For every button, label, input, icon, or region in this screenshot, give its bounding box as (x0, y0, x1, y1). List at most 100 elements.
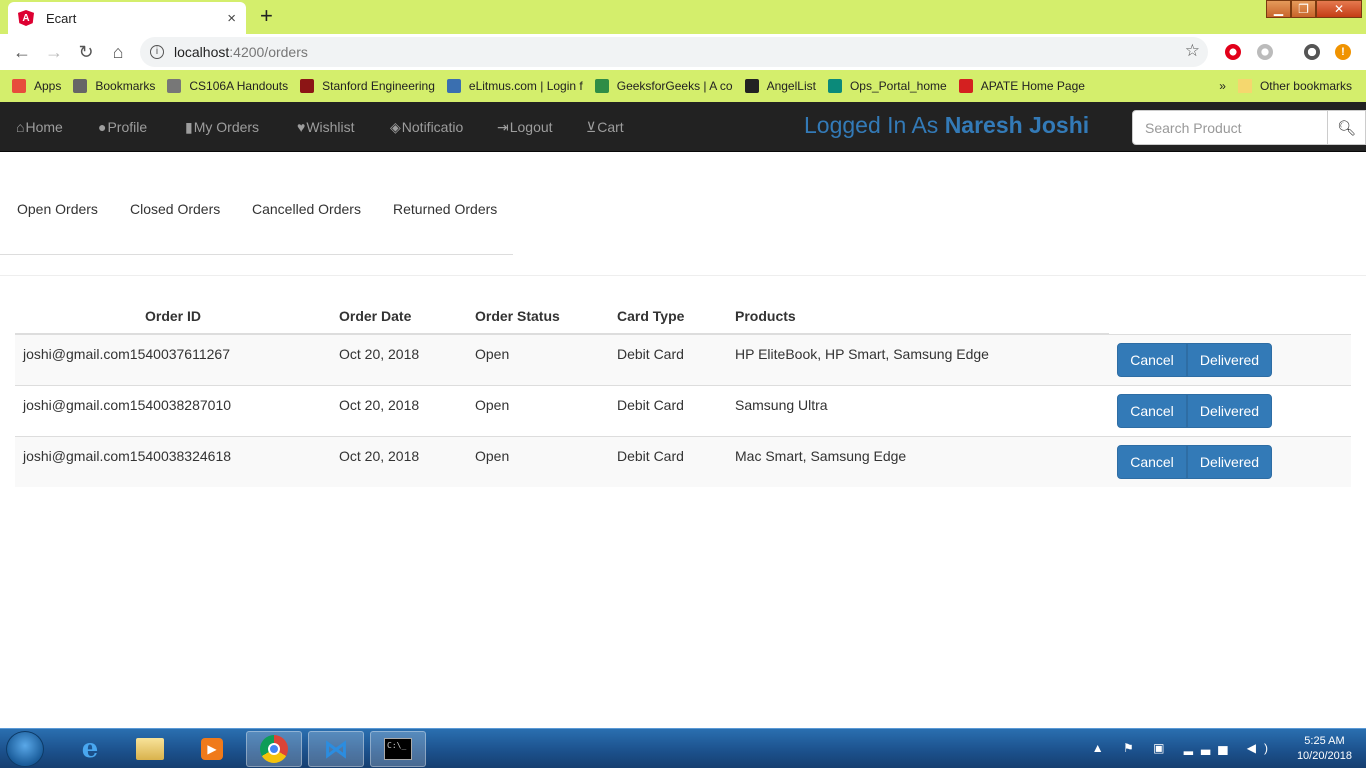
browser-tab[interactable]: A Ecart × (8, 2, 246, 34)
bookmarks-bar: Apps Bookmarks CS106A Handouts Stanford Eng… (0, 70, 1366, 102)
bookmark-item[interactable]: Apps (12, 79, 61, 93)
search-input[interactable]: Search Product (1132, 110, 1328, 145)
nav-logout-label: Logout (509, 119, 553, 135)
media-player-icon[interactable]: ▶ (184, 731, 240, 767)
bookmark-item[interactable]: AngelList (744, 79, 816, 93)
soccer-extension-icon[interactable] (1304, 44, 1320, 60)
tab-open-orders[interactable]: Open Orders (17, 201, 98, 217)
nav-profile[interactable]: ●Profile (98, 119, 147, 135)
bookmark-item[interactable]: Stanford Engineering (300, 79, 435, 93)
new-tab-button[interactable]: + (260, 5, 273, 27)
vscode-taskbar-icon[interactable]: ⋈ (308, 731, 364, 767)
app-navbar: ⌂Home ●Profile ▮My Orders ♥Wishlist ◈Not… (0, 102, 1366, 152)
extension-circle-icon[interactable] (1257, 44, 1273, 60)
maximize-icon[interactable]: ❐ (1291, 0, 1316, 18)
update-alert-icon[interactable]: ! (1335, 44, 1351, 60)
nav-notifications[interactable]: ◈Notificatio (390, 119, 463, 136)
bookmark-label: Apps (34, 79, 62, 93)
order-status-cell: Open (475, 397, 510, 413)
bookmark-label: Bookmarks (95, 79, 156, 93)
bookmark-label: eLitmus.com | Login f (468, 79, 583, 93)
book-icon: ▮ (185, 119, 193, 135)
chrome-taskbar-icon[interactable] (246, 731, 302, 767)
close-window-icon[interactable]: ✕ (1316, 0, 1362, 18)
order-date-cell: Oct 20, 2018 (339, 397, 420, 413)
clock[interactable]: 5:25 AM 10/20/2018 (1297, 734, 1352, 764)
tab-cancelled-orders[interactable]: Cancelled Orders (252, 201, 361, 217)
bookmark-label: GeeksforGeeks | A co (616, 79, 733, 93)
cancel-button[interactable]: Cancel (1117, 394, 1187, 428)
products-cell: Mac Smart, Samsung Edge (735, 448, 907, 464)
cancel-button[interactable]: Cancel (1117, 445, 1187, 479)
bookmark-item[interactable]: Bookmarks (73, 79, 155, 93)
table-row: joshi@gmail.com1540038287010 Oct 20, 201… (15, 385, 1351, 436)
address-bar[interactable]: i localhost :4200/orders ☆ (140, 37, 1208, 67)
ie-logo-icon: e (81, 734, 99, 764)
forward-arrow-icon[interactable]: → (38, 42, 70, 63)
search-button[interactable]: 🔍︎ (1327, 110, 1366, 145)
reload-icon[interactable]: ↻ (70, 42, 102, 63)
table-row: joshi@gmail.com1540037611267 Oct 20, 201… (15, 334, 1351, 385)
page-icon (167, 79, 182, 93)
bookmark-label: APATE Home Page (980, 79, 1085, 93)
url-host: localhost (174, 44, 230, 60)
logged-in-banner: Logged In As Naresh Joshi (804, 112, 1089, 139)
bookmark-item[interactable]: Ops_Portal_home (827, 79, 947, 93)
order-date-cell: Oct 20, 2018 (339, 448, 420, 464)
tab-returned-orders[interactable]: Returned Orders (393, 201, 497, 217)
delivered-button[interactable]: Delivered (1187, 445, 1272, 479)
order-date-cell: Oct 20, 2018 (339, 346, 420, 362)
site-info-icon[interactable]: i (150, 45, 164, 59)
bookmark-item[interactable]: CS106A Handouts (167, 79, 288, 93)
opera-extension-icon[interactable] (1225, 44, 1241, 60)
close-tab-icon[interactable]: × (227, 10, 236, 27)
internet-explorer-icon[interactable]: e (62, 731, 118, 767)
nav-wishlist-label: Wishlist (306, 119, 355, 135)
more-bookmarks-chevron-icon[interactable]: » (1219, 79, 1226, 93)
file-explorer-icon[interactable] (122, 731, 178, 767)
elitmus-icon (446, 79, 461, 93)
back-arrow-icon[interactable]: ← (6, 42, 38, 63)
card-type-cell: Debit Card (617, 448, 684, 464)
system-tray-icons[interactable]: ▲ ⚑ ▣ ▂▃▅ ◀) (1092, 741, 1276, 755)
nav-notifications-label: Notificatio (401, 119, 464, 135)
windows-taskbar: e ▶ ⋈ C:\_ ▲ ⚑ ▣ ▂▃▅ ◀) 5:25 AM 10/20/20… (0, 728, 1366, 768)
folder-icon (136, 738, 164, 760)
cancel-button[interactable]: Cancel (1117, 343, 1187, 377)
chrome-logo-icon (260, 735, 288, 763)
delivered-button[interactable]: Delivered (1187, 343, 1272, 377)
terminal-icon: C:\_ (384, 738, 412, 760)
nav-wishlist[interactable]: ♥Wishlist (297, 119, 355, 135)
divider (0, 275, 1366, 276)
bookmark-item[interactable]: GeeksforGeeks | A co (594, 79, 733, 93)
nav-home[interactable]: ⌂Home (16, 119, 63, 135)
home-icon[interactable]: ⌂ (102, 42, 134, 63)
products-cell: HP EliteBook, HP Smart, Samsung Edge (735, 346, 989, 362)
bookmark-item[interactable]: APATE Home Page (958, 79, 1085, 93)
order-id-cell: joshi@gmail.com1540038324618 (23, 448, 232, 464)
tags-icon: ◈ (390, 119, 401, 135)
search-icon: 🔍︎ (1336, 119, 1357, 137)
minimize-icon[interactable]: ▁ (1266, 0, 1291, 18)
nav-my-orders[interactable]: ▮My Orders (185, 119, 259, 136)
user-icon: ● (98, 119, 107, 135)
order-tabs: Open Orders Closed Orders Cancelled Orde… (0, 153, 513, 255)
cmd-taskbar-icon[interactable]: C:\_ (370, 731, 426, 767)
start-button[interactable] (6, 731, 44, 767)
bookmark-star-icon[interactable]: ☆ (1185, 41, 1200, 61)
home-icon: ⌂ (16, 119, 25, 135)
header-order-id: Order ID (145, 308, 202, 324)
header-order-status: Order Status (475, 308, 560, 324)
header-card-type: Card Type (617, 308, 685, 324)
table-row: joshi@gmail.com1540038324618 Oct 20, 201… (15, 436, 1351, 487)
bookmark-item[interactable]: eLitmus.com | Login f (446, 79, 583, 93)
tab-closed-orders[interactable]: Closed Orders (130, 201, 220, 217)
delivered-button[interactable]: Delivered (1187, 394, 1272, 428)
other-bookmarks[interactable]: Other bookmarks (1237, 79, 1352, 93)
nav-cart[interactable]: ⊻Cart (586, 119, 624, 136)
play-icon: ▶ (201, 738, 223, 760)
order-status-cell: Open (475, 448, 510, 464)
nav-logout[interactable]: ⇥Logout (497, 119, 553, 136)
order-status-cell: Open (475, 346, 510, 362)
header-order-date: Order Date (339, 308, 412, 324)
